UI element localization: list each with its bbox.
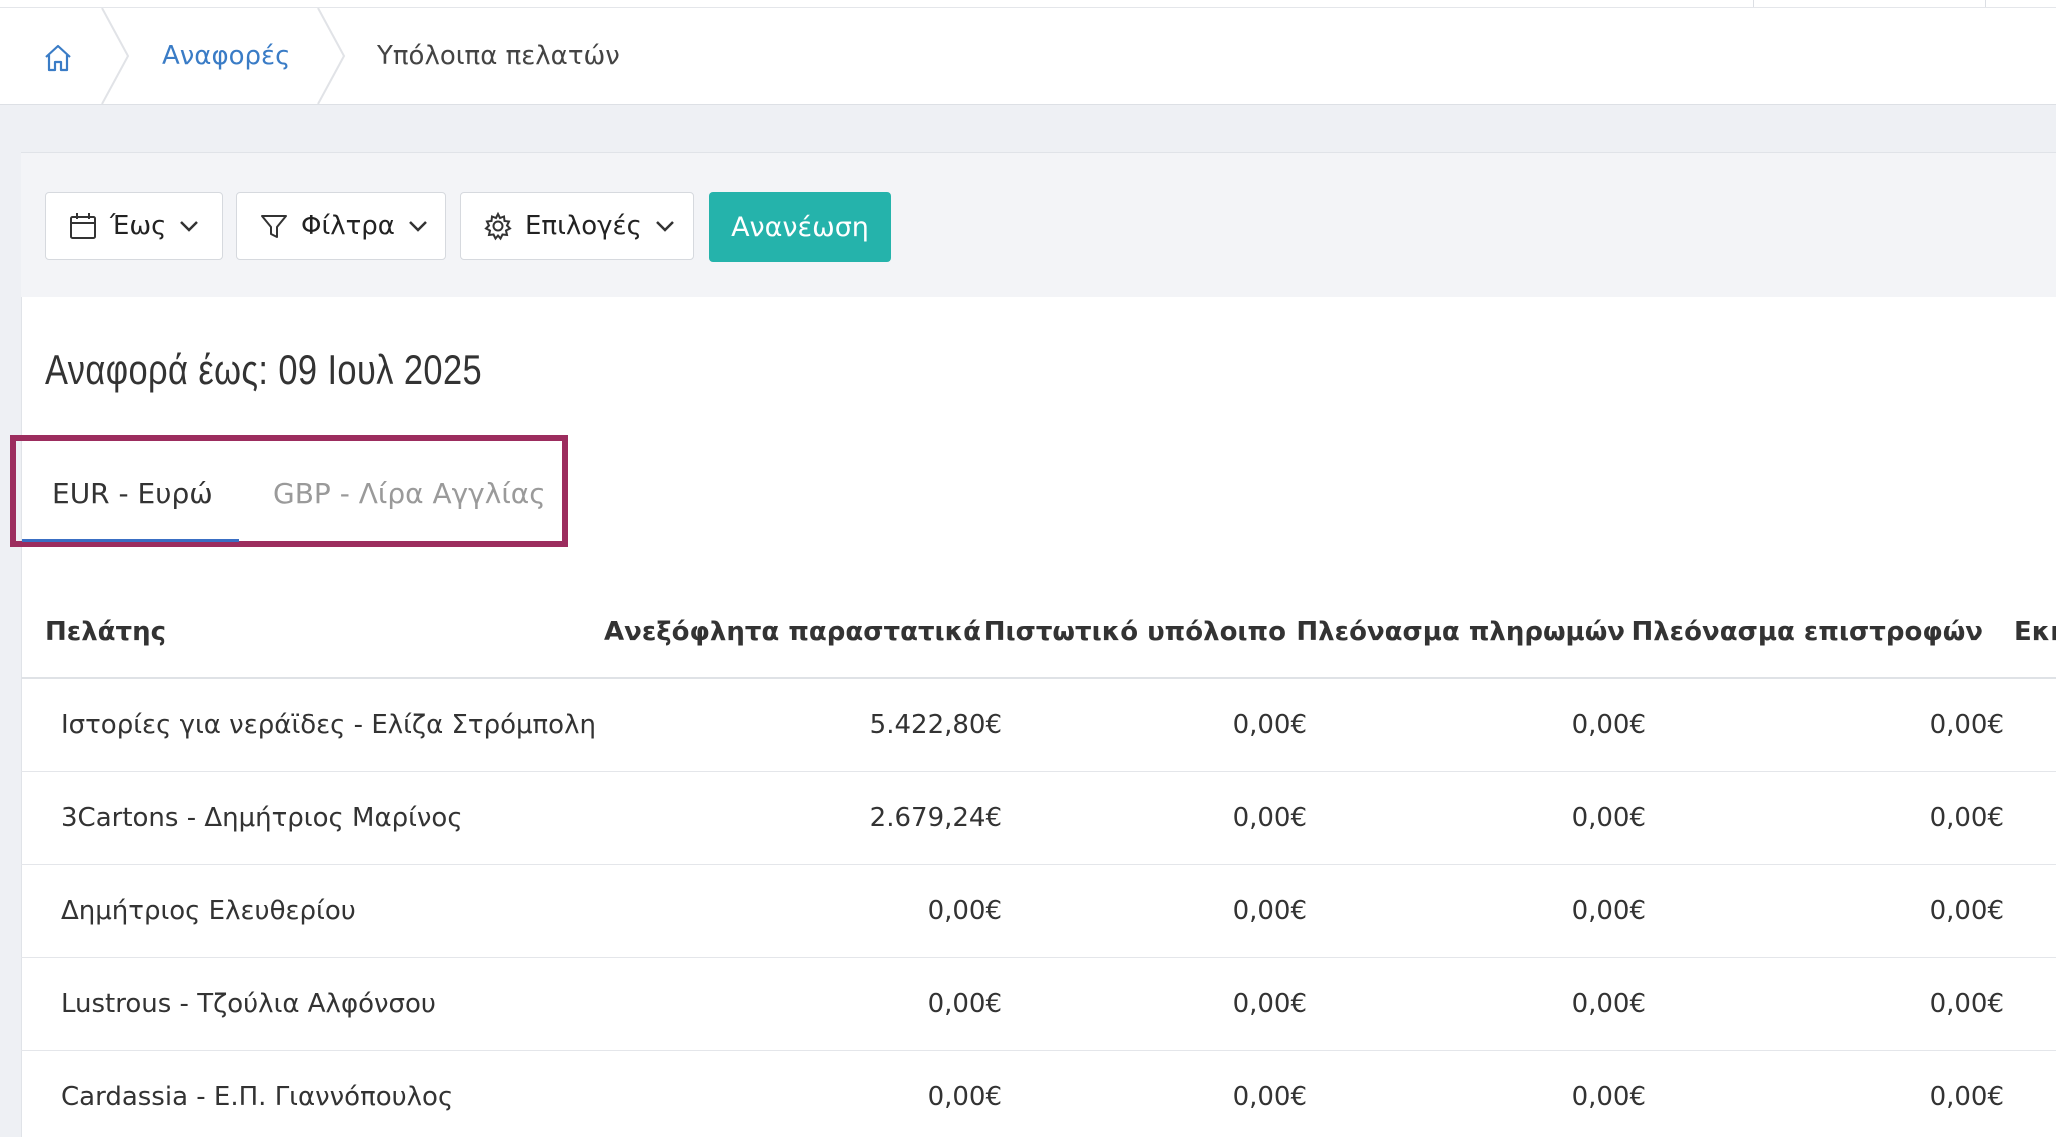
top-bar-divider	[1985, 0, 1986, 7]
column-header-truncated[interactable]: Εκκ	[2014, 615, 2056, 649]
chevron-down-icon	[655, 221, 674, 232]
breadcrumb: Αναφορές Υπόλοιπα πελατών	[0, 8, 2056, 105]
payment-surplus-value: 0,00€	[1571, 1082, 1646, 1112]
breadcrumb-reports-link[interactable]: Αναφορές	[162, 38, 290, 74]
options-dropdown-button[interactable]: Επιλογές	[460, 192, 694, 260]
customer-name: Δημήτριος Ελευθερίου	[61, 896, 356, 926]
filter-icon	[261, 215, 287, 238]
top-bar-divider	[1753, 0, 1754, 7]
refund-surplus-value: 0,00€	[1929, 710, 2004, 740]
breadcrumb-current: Υπόλοιπα πελατών	[377, 41, 620, 71]
payment-surplus-value: 0,00€	[1571, 803, 1646, 833]
unpaid-invoices-value: 0,00€	[927, 1082, 1002, 1112]
home-icon[interactable]	[40, 40, 76, 76]
calendar-icon	[70, 213, 96, 239]
credit-balance-value: 0,00€	[1232, 803, 1307, 833]
refund-surplus-value: 0,00€	[1929, 989, 2004, 1019]
refresh-button[interactable]: Ανανέωση	[709, 192, 891, 262]
customer-name: 3Cartons - Δημήτριος Μαρίνος	[61, 803, 463, 833]
column-header-refund-surplus[interactable]: Πλεόνασμα επιστροφών	[1631, 615, 1983, 649]
gear-icon	[484, 211, 512, 241]
column-header-payment-surplus[interactable]: Πλεόνασμα πληρωμών	[1296, 615, 1625, 649]
column-header-customer[interactable]: Πελάτης	[45, 615, 166, 649]
column-header-credit-balance[interactable]: Πιστωτικό υπόλοιπο	[984, 615, 1286, 649]
top-bar-edge	[0, 0, 2056, 8]
filters-dropdown-button[interactable]: Φίλτρα	[236, 192, 446, 260]
filters-button-label: Φίλτρα	[301, 211, 395, 241]
unpaid-invoices-value: 2.679,24€	[869, 803, 1002, 833]
table-row[interactable]: 3Cartons - Δημήτριος Μαρίνος 2.679,24€ 0…	[21, 772, 2056, 865]
credit-balance-value: 0,00€	[1232, 896, 1307, 926]
credit-balance-value: 0,00€	[1232, 1082, 1307, 1112]
chevron-down-icon	[180, 221, 199, 232]
unpaid-invoices-value: 0,00€	[927, 989, 1002, 1019]
payment-surplus-value: 0,00€	[1571, 989, 1646, 1019]
table-row[interactable]: Lustrous - Τζούλια Αλφόνσου 0,00€ 0,00€ …	[21, 958, 2056, 1051]
payment-surplus-value: 0,00€	[1571, 896, 1646, 926]
credit-balance-value: 0,00€	[1232, 989, 1307, 1019]
refund-surplus-value: 0,00€	[1929, 803, 2004, 833]
credit-balance-value: 0,00€	[1232, 710, 1307, 740]
chevron-down-icon	[409, 221, 427, 232]
refund-surplus-value: 0,00€	[1929, 896, 2004, 926]
date-button-label: Έως	[110, 211, 167, 241]
table-row[interactable]: Ιστορίες για νεράϊδες - Ελίζα Στρόμπολη …	[21, 679, 2056, 772]
table-row[interactable]: Cardassia - Ε.Π. Γιαννόπουλος 0,00€ 0,00…	[21, 1051, 2056, 1136]
payment-surplus-value: 0,00€	[1571, 710, 1646, 740]
column-header-unpaid-invoices[interactable]: Ανεξόφλητα παραστατικά	[604, 615, 981, 649]
breadcrumb-separator	[101, 8, 130, 104]
options-button-label: Επιλογές	[525, 211, 642, 241]
refund-surplus-value: 0,00€	[1929, 1082, 2004, 1112]
tab-eur[interactable]: EUR - Ευρώ	[52, 474, 213, 514]
report-title: Αναφορά έως: 09 Ιουλ 2025	[45, 346, 483, 393]
customer-name: Ιστορίες για νεράϊδες - Ελίζα Στρόμπολη	[61, 710, 596, 740]
unpaid-invoices-value: 5.422,80€	[869, 710, 1002, 740]
breadcrumb-separator	[317, 8, 346, 104]
table-row[interactable]: Δημήτριος Ελευθερίου 0,00€ 0,00€ 0,00€ 0…	[21, 865, 2056, 958]
tab-gbp[interactable]: GBP - Λίρα Αγγλίας	[273, 474, 546, 514]
date-dropdown-button[interactable]: Έως	[45, 192, 223, 260]
active-tab-indicator	[22, 539, 239, 542]
customer-name: Cardassia - Ε.Π. Γιαννόπουλος	[61, 1082, 454, 1112]
unpaid-invoices-value: 0,00€	[927, 896, 1002, 926]
customer-name: Lustrous - Τζούλια Αλφόνσου	[61, 989, 436, 1019]
